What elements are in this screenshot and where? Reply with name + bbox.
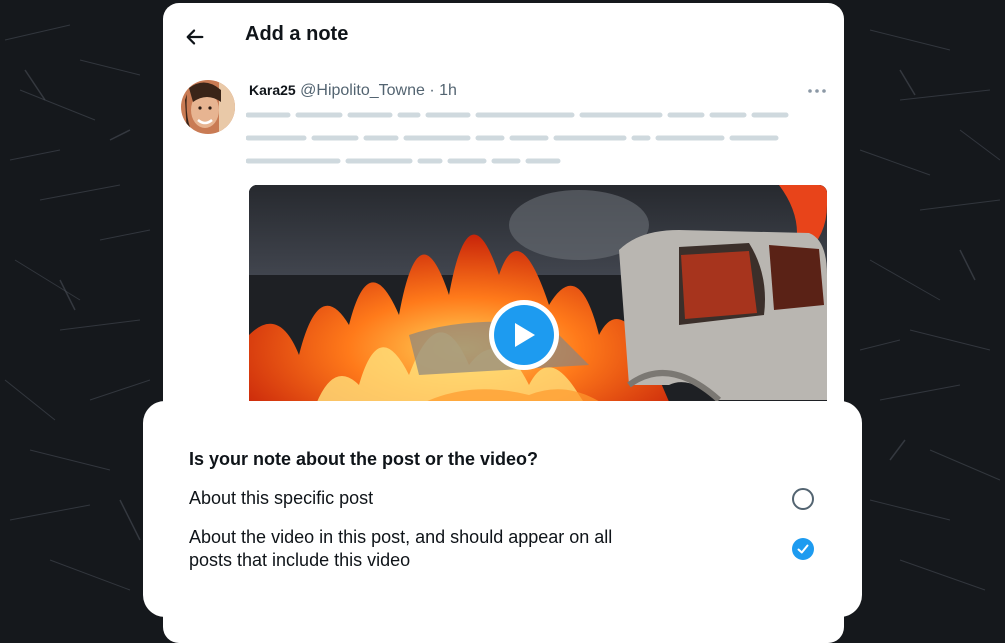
timestamp[interactable]: 1h bbox=[439, 82, 457, 99]
page-title: Add a note bbox=[245, 23, 349, 45]
arrow-left-icon bbox=[186, 29, 204, 45]
display-name[interactable]: Kara25 bbox=[249, 82, 296, 98]
note-scope-sheet: Is your note about the post or the video… bbox=[143, 401, 862, 617]
avatar-image bbox=[181, 80, 235, 134]
back-button[interactable] bbox=[179, 21, 211, 53]
option-video[interactable]: About the video in this post, and should… bbox=[189, 526, 814, 572]
option-label: About this specific post bbox=[189, 488, 374, 508]
handle[interactable]: @Hipolito_Towne bbox=[300, 82, 425, 99]
option-specific-post[interactable]: About this specific post bbox=[189, 487, 814, 510]
play-button[interactable] bbox=[489, 300, 559, 370]
radio-selected[interactable] bbox=[792, 538, 814, 560]
more-dots-icon bbox=[808, 89, 826, 93]
play-icon bbox=[515, 323, 535, 347]
play-button-circle bbox=[494, 305, 554, 365]
meta-separator: · bbox=[429, 82, 435, 99]
more-button[interactable] bbox=[806, 83, 828, 99]
post-meta: Kara25 @Hipolito_Towne · 1h bbox=[249, 82, 457, 100]
header: Add a note bbox=[163, 3, 844, 67]
avatar[interactable] bbox=[181, 80, 235, 134]
check-icon bbox=[797, 544, 809, 554]
option-label: About the video in this post, and should… bbox=[189, 527, 613, 570]
post-text-placeholder bbox=[246, 112, 789, 164]
radio-unselected[interactable] bbox=[792, 488, 814, 510]
sheet-question: Is your note about the post or the video… bbox=[189, 449, 539, 469]
